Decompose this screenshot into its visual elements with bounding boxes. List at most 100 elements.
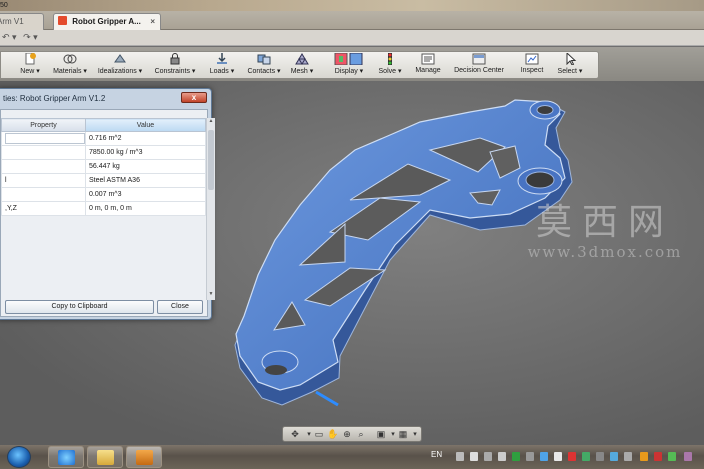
display-button[interactable]: Display ▾: [327, 53, 371, 75]
zoom-icon[interactable]: ⊕: [341, 429, 353, 440]
idealizations-icon: [114, 54, 126, 63]
scroll-down-icon[interactable]: ▼: [207, 291, 215, 300]
tray-icon[interactable]: [668, 452, 676, 461]
display-label: Display ▾: [334, 68, 364, 75]
materials-label: Materials ▾: [53, 68, 87, 75]
tray-icon[interactable]: [456, 452, 464, 461]
grid-icon[interactable]: ▦: [397, 429, 409, 440]
tray-icon[interactable]: [654, 452, 662, 461]
pan-icon[interactable]: ✋: [327, 429, 339, 440]
orbit-icon[interactable]: ✥: [289, 429, 301, 440]
tray-icon[interactable]: [624, 452, 632, 461]
solve-button[interactable]: Solve ▾: [377, 53, 403, 75]
tray-icon[interactable]: [540, 452, 548, 461]
property-cell[interactable]: [1, 131, 86, 146]
materials-button[interactable]: Materials ▾: [51, 53, 89, 75]
manage-button[interactable]: Manage: [413, 53, 443, 74]
table-row[interactable]: 0.716 m^2: [1, 131, 206, 146]
tray-icon[interactable]: [568, 452, 576, 461]
dropdown-chevron-icon[interactable]: ▾: [409, 429, 421, 440]
undo-button[interactable]: ↶ ▾: [2, 32, 17, 42]
tray-icon[interactable]: [554, 452, 562, 461]
contacts-icon: [257, 54, 271, 65]
tab-label: Arm V1: [0, 17, 24, 26]
materials-icon: [63, 54, 77, 64]
tray-icon[interactable]: [596, 452, 604, 461]
contacts-button[interactable]: Contacts ▾: [245, 53, 283, 75]
property-cell: [1, 187, 86, 202]
tab-label: Robot Gripper A...: [72, 17, 141, 26]
column-header-value[interactable]: Value: [85, 118, 206, 132]
select-icon: [566, 53, 577, 65]
tray-icon[interactable]: [582, 452, 590, 461]
watermark-logo-text: 莫西网: [535, 202, 674, 243]
taskbar-app-ie[interactable]: [48, 446, 84, 468]
column-header-property[interactable]: Property: [1, 118, 86, 132]
window-title: 50: [0, 2, 8, 9]
property-cell: ,Y,Z: [1, 201, 86, 216]
value-cell: 56.447 kg: [85, 159, 206, 174]
properties-dialog: ties: Robot Gripper Arm V1.2 x Property …: [0, 88, 215, 320]
mesh-icon: [295, 53, 309, 65]
quick-access-toolbar: ↶ ▾ ↷ ▾: [0, 30, 704, 46]
dialog-body: Property Value 0.716 m^2 7850.00 kg / m^…: [0, 109, 215, 317]
look-at-icon[interactable]: ▭: [313, 429, 325, 440]
display-mode-icon[interactable]: ▣: [375, 429, 387, 440]
table-row[interactable]: 56.447 kg: [1, 159, 206, 174]
zoom-window-icon[interactable]: ⌕: [355, 429, 367, 440]
watermark-url: www.3dmox.com: [527, 243, 683, 261]
property-edit-field[interactable]: [5, 132, 85, 144]
tray-icon[interactable]: [640, 452, 648, 461]
property-cell: [1, 145, 86, 160]
display-icon: [334, 53, 363, 65]
contacts-label: Contacts ▾: [247, 68, 281, 75]
watermark: 莫西网 www.3dmox.com: [520, 202, 690, 262]
idealizations-button[interactable]: Idealizations ▾: [97, 53, 143, 75]
dialog-title: ties: Robot Gripper Arm V1.2: [3, 94, 106, 103]
table-row[interactable]: 7850.00 kg / m^3: [1, 145, 206, 160]
dialog-close-button[interactable]: x: [181, 92, 207, 103]
redo-button[interactable]: ↷ ▾: [23, 32, 38, 42]
tray-icon[interactable]: [526, 452, 534, 461]
taskbar-app-explorer[interactable]: [87, 446, 123, 468]
table-row[interactable]: l Steel ASTM A36: [1, 173, 206, 188]
mesh-button[interactable]: Mesh ▾: [289, 53, 315, 75]
constraints-button[interactable]: Constraints ▾: [153, 53, 197, 75]
decision-center-icon: [472, 53, 486, 65]
copy-to-clipboard-button[interactable]: Copy to Clipboard: [5, 300, 154, 314]
constraints-label: Constraints ▾: [154, 68, 196, 75]
value-cell: Steel ASTM A36: [85, 173, 206, 188]
taskbar: EN: [0, 445, 704, 469]
taskbar-app-simulation[interactable]: [126, 446, 162, 468]
decision-center-button[interactable]: Decision Center: [453, 53, 505, 74]
tab-robot-gripper[interactable]: Robot Gripper A... ×: [53, 13, 161, 30]
tray-icon[interactable]: [498, 452, 506, 461]
solve-label: Solve ▾: [378, 68, 402, 75]
tray-icon[interactable]: [484, 452, 492, 461]
select-label: Select ▾: [557, 68, 583, 75]
select-button[interactable]: Select ▾: [555, 53, 585, 75]
tray-icon[interactable]: [684, 452, 692, 461]
start-button[interactable]: [7, 446, 31, 468]
constraints-icon: [170, 53, 180, 65]
new-button[interactable]: New ▾: [15, 53, 45, 75]
close-tab-icon[interactable]: ×: [150, 14, 155, 29]
tab-arm-v1[interactable]: Arm V1: [0, 13, 44, 30]
tray-icon[interactable]: [470, 452, 478, 461]
inspect-button[interactable]: Inspect: [517, 53, 547, 74]
idealizations-label: Idealizations ▾: [97, 68, 143, 75]
tray-icon[interactable]: [512, 452, 520, 461]
scroll-up-icon[interactable]: ▲: [207, 118, 215, 127]
table-scrollbar[interactable]: ▲ ▼: [206, 118, 215, 300]
language-indicator[interactable]: EN: [431, 450, 442, 459]
scroll-thumb[interactable]: [208, 130, 214, 190]
table-row[interactable]: ,Y,Z 0 m, 0 m, 0 m: [1, 201, 206, 216]
close-button[interactable]: Close: [157, 300, 203, 314]
tray-icon[interactable]: [610, 452, 618, 461]
loads-icon: [217, 53, 227, 64]
window-title-bar: 50: [0, 0, 704, 11]
document-tab-strip: Arm V1 Robot Gripper A... ×: [0, 11, 704, 30]
loads-button[interactable]: Loads ▾: [205, 53, 239, 75]
inspect-icon: [525, 53, 539, 65]
table-row[interactable]: 0.007 m^3: [1, 187, 206, 202]
